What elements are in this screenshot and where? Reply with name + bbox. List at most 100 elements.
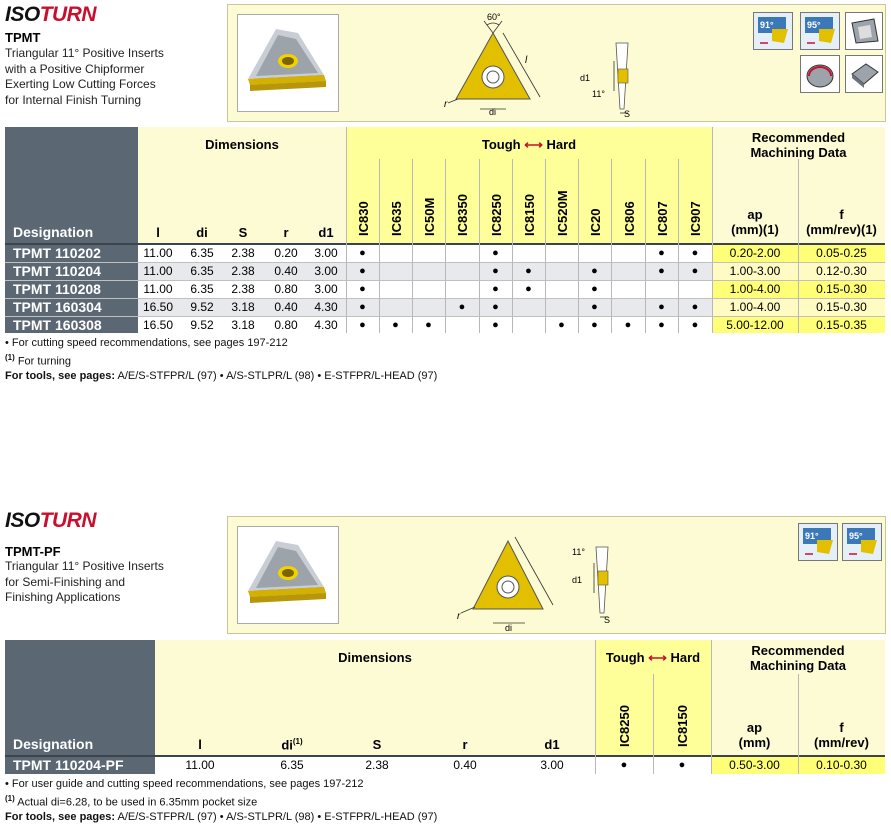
dimensions-header: Dimensions <box>338 650 412 665</box>
ap-header: ap (mm) <box>738 720 771 750</box>
grade-label: IC520M <box>555 190 570 236</box>
grade-dot: ● <box>492 301 499 313</box>
cell-s: 2.38 <box>231 264 255 278</box>
cell-f: 0.10-0.30 <box>816 758 867 772</box>
f-header: f (mm/rev) <box>814 720 869 750</box>
col-di: di <box>196 225 208 240</box>
insert-drawing: 60° l r di <box>428 11 558 117</box>
footnote: • For user guide and cutting speed recom… <box>5 778 364 790</box>
cell-f: 0.15-0.30 <box>816 300 867 314</box>
designation-cell: TPMT 160308 <box>13 317 102 333</box>
cell-d1: 4.30 <box>314 318 338 332</box>
designation-cell: TPMT 160304 <box>13 299 102 315</box>
svg-text:di: di <box>505 623 512 631</box>
svg-text:95°: 95° <box>807 20 821 30</box>
grade-label: IC20 <box>588 208 603 236</box>
table-row: TPMT 110202 11.00 6.35 2.38 0.20 3.00 ● ● ● ● 0.20… <box>5 245 885 262</box>
insert-drawing: r di <box>453 527 563 633</box>
cell-d1: 3.00 <box>314 264 338 278</box>
cell-l: 16.50 <box>142 300 174 314</box>
designation-header: Designation <box>13 224 94 240</box>
col-di: di(1) <box>281 737 303 753</box>
svg-text:r: r <box>457 611 461 622</box>
cell-s: 2.38 <box>365 758 389 772</box>
grade-dot: ● <box>591 301 598 313</box>
cell-r: 0.80 <box>274 282 298 296</box>
tools-reference: For tools, see pages: A/E/S-STFPR/L (97)… <box>5 370 438 382</box>
cell-r: 0.20 <box>274 246 298 260</box>
cell-s: 3.18 <box>231 318 255 332</box>
cell-d1: 4.30 <box>314 300 338 314</box>
recommended-header: Recommended Machining Data <box>749 643 847 673</box>
svg-text:S: S <box>604 615 610 625</box>
col-l: l <box>198 737 202 752</box>
cell-di: 6.35 <box>190 282 214 296</box>
boring-icon <box>800 55 840 93</box>
table-row: TPMT 160308 16.50 9.52 3.18 0.80 4.30 ● ● ● ● ● ● ● ●… <box>5 317 885 334</box>
grade-dot: ● <box>658 301 665 313</box>
svg-text:r: r <box>444 99 448 110</box>
designation-header: Designation <box>13 736 94 752</box>
designation-cell: TPMT 110208 <box>13 281 101 297</box>
product-panel: r di 11° d1 S 91° 95° <box>227 516 886 634</box>
col-s: S <box>238 225 248 240</box>
tools-reference: For tools, see pages: A/E/S-STFPR/L (97)… <box>5 811 438 823</box>
insert-shape-icon <box>845 12 883 50</box>
grade-dot: ● <box>458 301 466 313</box>
table-row: TPMT 110208 11.00 6.35 2.38 0.80 3.00 ● ● ● ● 1.00… <box>5 281 885 298</box>
grade-label: IC806 <box>622 201 637 236</box>
cell-f: 0.15-0.35 <box>816 318 867 332</box>
dimensions-header: Dimensions <box>205 137 279 152</box>
description-line: for Semi-Finishing and <box>5 574 126 589</box>
grade-dot: ● <box>359 319 366 331</box>
grade-label: IC8250 <box>617 705 632 747</box>
angle-label: 60° <box>487 12 501 22</box>
description-line: with a Positive Chipformer <box>5 61 145 76</box>
svg-text:l: l <box>525 55 528 66</box>
insert-seat-icon <box>845 55 883 93</box>
svg-text:di: di <box>489 107 496 115</box>
grades-table: Dimensions Tough ⟷ Hard Recommended Machi… <box>5 127 885 333</box>
cell-l: 11.00 <box>143 282 173 296</box>
cell-l: 11.00 <box>143 246 173 260</box>
product-description: Triangular 11° Positive Inserts with a P… <box>5 46 164 108</box>
product-title: TPMT <box>5 30 41 45</box>
cell-f: 0.05-0.25 <box>816 246 867 260</box>
grade-dot: ● <box>620 759 628 771</box>
grades-table: Dimensions Tough ⟷ Hard Recommended Machi… <box>5 640 885 774</box>
isoturn-logo: ISOTURN <box>5 3 97 26</box>
col-r: r <box>283 225 289 240</box>
grade-dot: ● <box>678 759 686 771</box>
cell-ap: 1.00-4.00 <box>729 300 781 314</box>
cell-ap: 0.50-3.00 <box>729 758 780 772</box>
grade-label: IC8150 <box>522 194 537 236</box>
cell-di: 6.35 <box>280 758 304 772</box>
cell-d1: 3.00 <box>314 282 338 296</box>
table-row: TPMT 110204 11.00 6.35 2.38 0.40 3.00 ● ● ● ● ● ● 1.… <box>5 263 885 280</box>
cell-r: 0.40 <box>274 264 298 278</box>
grade-dot: ● <box>591 319 598 331</box>
svg-text:d1: d1 <box>572 575 582 585</box>
svg-text:95°: 95° <box>849 531 863 541</box>
description-line: Triangular 11° Positive Inserts <box>5 559 164 573</box>
description-line: Triangular 11° Positive Inserts <box>5 46 164 60</box>
grade-dot: ● <box>525 283 532 295</box>
cell-ap: 1.00-3.00 <box>729 264 781 278</box>
svg-text:11°: 11° <box>572 547 585 557</box>
grade-dot: ● <box>658 265 665 277</box>
footnote: • For cutting speed recommendations, see… <box>5 337 288 349</box>
grade-label: IC807 <box>655 201 670 236</box>
grade-dot: ● <box>425 319 432 331</box>
grade-dot: ● <box>691 319 699 331</box>
description-line: for Internal Finish Turning <box>5 92 142 107</box>
cell-di: 9.52 <box>190 318 214 332</box>
double-arrow-icon: ⟷ <box>524 137 543 152</box>
grade-label: IC907 <box>688 201 703 236</box>
grade-dot: ● <box>558 319 565 331</box>
svg-text:91°: 91° <box>760 20 774 30</box>
tough-hard-header: Tough ⟷ Hard <box>481 137 577 152</box>
svg-text:11°: 11° <box>592 89 605 99</box>
grade-dot: ● <box>658 247 665 259</box>
cell-d1: 3.00 <box>540 758 564 772</box>
grade-dot: ● <box>492 247 499 259</box>
